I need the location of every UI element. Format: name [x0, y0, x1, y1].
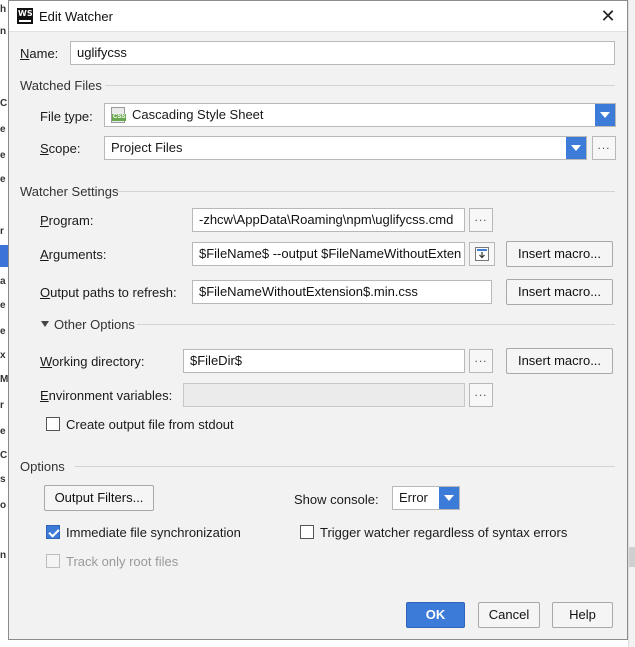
- watched-files-header: Watched Files: [20, 78, 102, 93]
- name-field[interactable]: uglifycss: [70, 41, 615, 65]
- working-directory-browse-button[interactable]: ...: [469, 349, 493, 373]
- trigger-watcher-label[interactable]: Trigger watcher regardless of syntax err…: [320, 525, 567, 540]
- other-options-header[interactable]: Other Options: [54, 317, 135, 332]
- section-divider: [75, 466, 615, 467]
- section-divider: [137, 324, 615, 325]
- trigger-watcher-checkbox[interactable]: [300, 525, 314, 539]
- file-type-value: Cascading Style Sheet: [132, 107, 264, 122]
- file-type-select[interactable]: CSS Cascading Style Sheet: [104, 103, 616, 127]
- insert-macro-button[interactable]: Insert macro...: [506, 241, 613, 267]
- immediate-sync-checkbox[interactable]: [46, 525, 60, 539]
- output-paths-label: Output paths to refresh:: [40, 285, 177, 300]
- program-browse-button[interactable]: ...: [469, 208, 493, 232]
- output-paths-field[interactable]: $FileNameWithoutExtension$.min.css: [192, 280, 492, 304]
- scope-label: Scope:: [40, 141, 81, 156]
- webstorm-icon: WS: [17, 8, 33, 24]
- environment-variables-label: Environment variables:: [40, 388, 173, 403]
- show-console-value: Error: [399, 490, 428, 505]
- environment-variables-browse-button[interactable]: ...: [469, 383, 493, 407]
- chevron-down-icon[interactable]: [566, 137, 586, 159]
- immediate-sync-label[interactable]: Immediate file synchronization: [66, 525, 241, 540]
- css-file-icon: CSS: [111, 107, 127, 123]
- options-header: Options: [20, 459, 65, 474]
- watcher-settings-header: Watcher Settings: [20, 184, 119, 199]
- dialog-title: Edit Watcher: [39, 9, 113, 24]
- section-divider: [105, 85, 615, 86]
- track-root-label: Track only root files: [66, 554, 179, 569]
- working-directory-label: Working directory:: [40, 354, 145, 369]
- chevron-down-icon[interactable]: [595, 104, 615, 126]
- output-filters-button[interactable]: Output Filters...: [44, 485, 154, 511]
- insert-macro-button[interactable]: Insert macro...: [506, 348, 613, 374]
- background-window-strip: h n C e e e r a e e x M r e C s o n: [0, 0, 8, 647]
- expand-arguments-button[interactable]: [469, 242, 495, 266]
- background-scrollbar: [628, 0, 635, 647]
- create-output-checkbox[interactable]: [46, 417, 60, 431]
- name-label: Name:: [20, 46, 59, 61]
- create-output-label[interactable]: Create output file from stdout: [66, 417, 234, 432]
- program-label: Program:: [40, 213, 94, 228]
- help-button[interactable]: Help: [552, 602, 613, 628]
- scope-value: Project Files: [111, 140, 183, 155]
- program-field[interactable]: -zhcw\AppData\Roaming\npm\uglifycss.cmd: [192, 208, 465, 232]
- close-icon[interactable]: ✕: [597, 5, 619, 27]
- expand-icon: [475, 247, 489, 261]
- chevron-down-icon[interactable]: [439, 487, 459, 509]
- arguments-field[interactable]: $FileName$ --output $FileNameWithoutExte…: [192, 242, 465, 266]
- collapse-triangle-icon[interactable]: [41, 321, 49, 327]
- insert-macro-button[interactable]: Insert macro...: [506, 279, 613, 305]
- file-type-label: File type:: [40, 109, 93, 124]
- arguments-label: Arguments:: [40, 247, 107, 262]
- section-divider: [117, 191, 615, 192]
- show-console-label: Show console:: [294, 492, 379, 507]
- track-root-checkbox: [46, 554, 60, 568]
- working-directory-field[interactable]: $FileDir$: [183, 349, 465, 373]
- ok-button[interactable]: OK: [406, 602, 465, 628]
- title-bar: WS Edit Watcher ✕: [9, 1, 627, 32]
- show-console-select[interactable]: Error: [392, 486, 460, 510]
- scope-browse-button[interactable]: ...: [592, 136, 616, 160]
- scope-select[interactable]: Project Files: [104, 136, 587, 160]
- cancel-button[interactable]: Cancel: [478, 602, 540, 628]
- environment-variables-field[interactable]: [183, 383, 465, 407]
- edit-watcher-dialog: WS Edit Watcher ✕ Name: uglifycss Watche…: [8, 0, 628, 640]
